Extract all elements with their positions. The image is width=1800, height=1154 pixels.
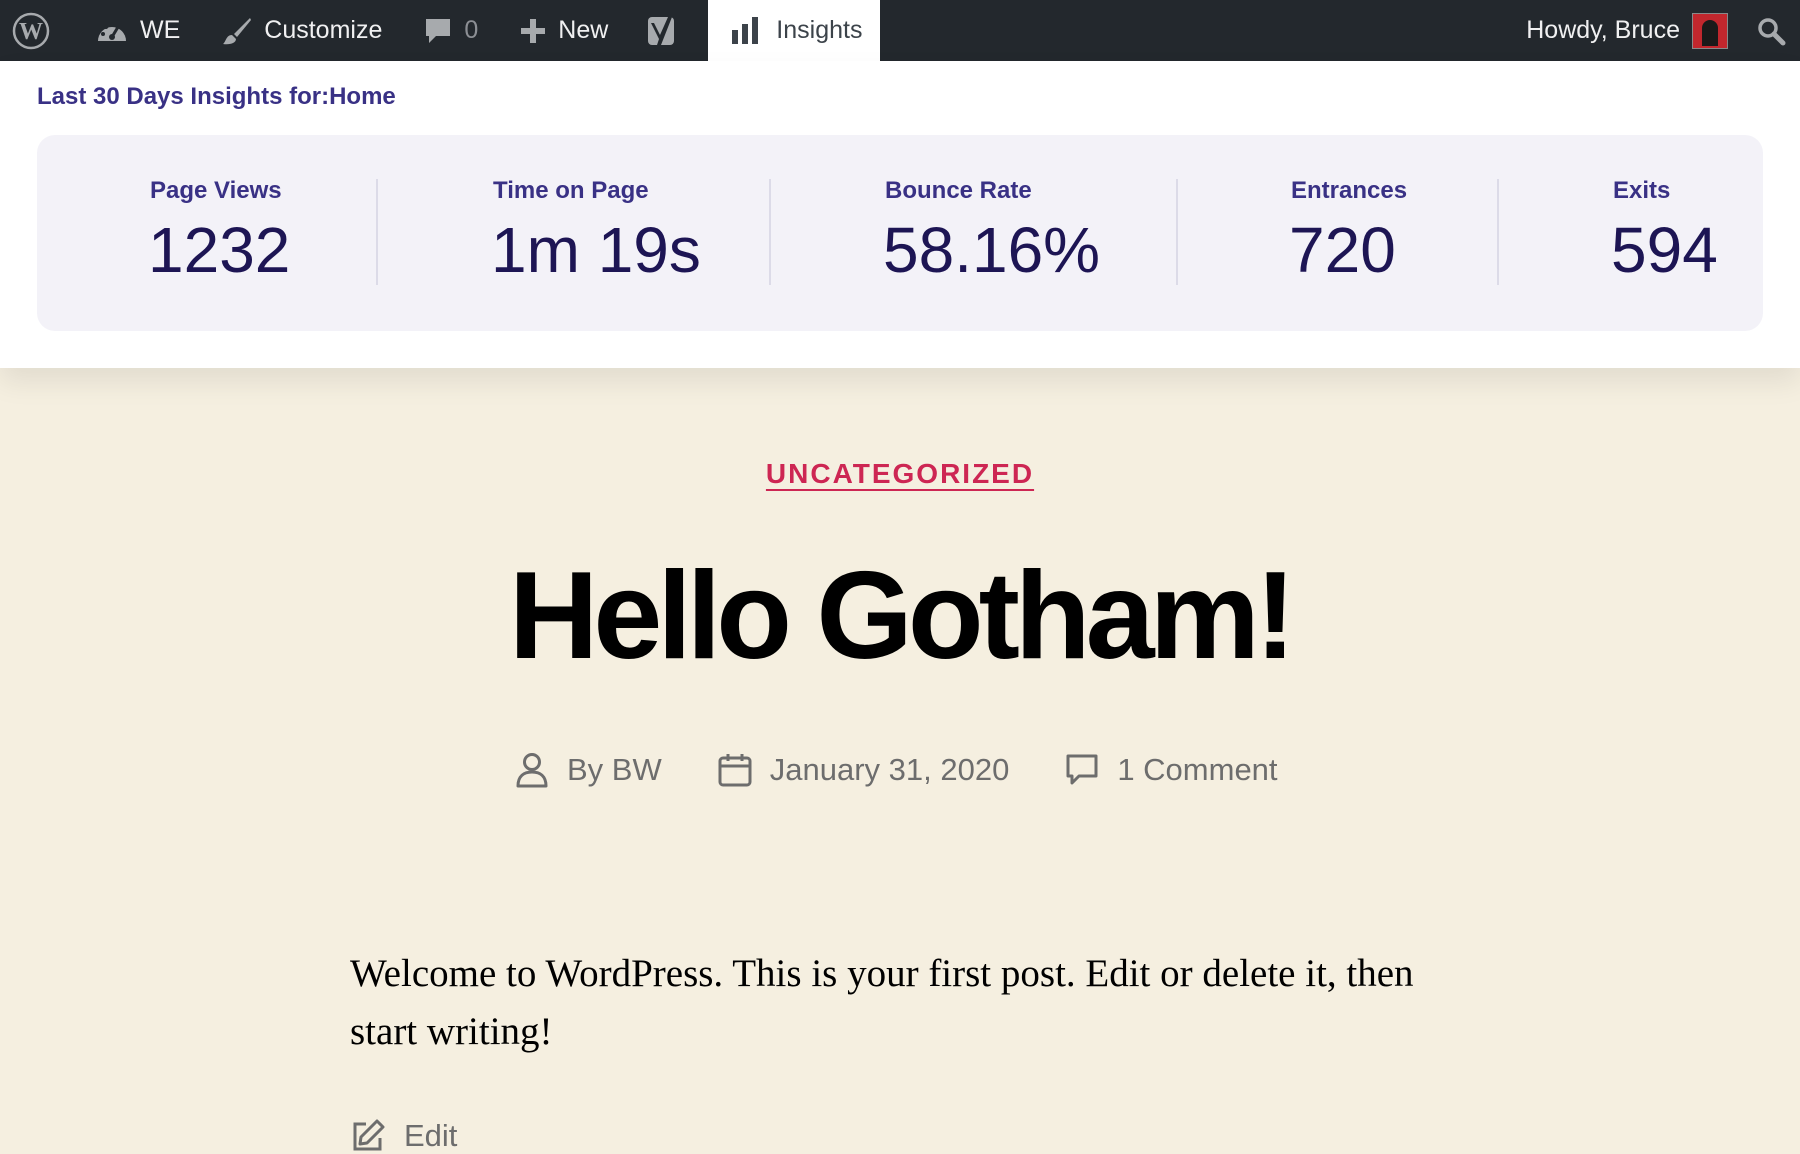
insights-panel: Last 30 Days Insights for:Home Page View… — [0, 61, 1800, 368]
search-button[interactable] — [1742, 0, 1800, 61]
dashboard-gauge-icon — [98, 21, 126, 41]
paintbrush-icon — [223, 17, 252, 44]
wordpress-logo-button[interactable]: W — [0, 0, 64, 61]
post-title: Hello Gotham! — [508, 547, 1296, 685]
edit-label: Edit — [404, 1118, 458, 1153]
comments-button[interactable]: 0 — [410, 0, 492, 61]
yoast-seo-button[interactable] — [632, 0, 694, 61]
customize-button[interactable]: Customize — [208, 0, 396, 61]
new-label: New — [558, 16, 609, 44]
user-icon — [516, 753, 548, 788]
post-author-label: By BW — [567, 752, 662, 787]
post-date-label: January 31, 2020 — [769, 752, 1010, 787]
post-date[interactable]: January 31, 2020 — [718, 752, 1010, 788]
new-content-button[interactable]: New — [506, 0, 622, 61]
calendar-icon — [718, 754, 752, 787]
category-link[interactable]: UNCATEGORIZED — [766, 458, 1034, 489]
post-category: UNCATEGORIZED — [0, 458, 1800, 490]
site-name-label: WE — [140, 16, 181, 44]
post-excerpt: Welcome to WordPress. This is your first… — [350, 952, 1414, 1053]
comments-count: 0 — [464, 16, 479, 44]
stat-label: Entrances — [1291, 177, 1408, 204]
post-comments-link[interactable]: 1 Comment — [1065, 752, 1278, 788]
stat-divider — [769, 179, 771, 285]
greeting-label: Howdy, Bruce — [1526, 16, 1680, 44]
admin-bar: W WE Customize 0 New Insights Howdy, Bru… — [0, 0, 1800, 61]
plus-icon — [521, 18, 546, 43]
insights-tab[interactable]: Insights — [708, 0, 881, 61]
stat-label: Page Views — [150, 177, 282, 204]
stat-value: 720 — [1289, 214, 1396, 286]
wordpress-icon: W — [12, 12, 50, 49]
search-icon — [1758, 17, 1786, 45]
stat-label: Bounce Rate — [885, 177, 1032, 204]
post-meta: By BW January 31, 2020 1 Comment — [515, 746, 1334, 794]
site-name-menu[interactable]: WE — [82, 0, 194, 61]
stat-value: 1m 19s — [491, 214, 701, 286]
stat-divider — [1497, 179, 1499, 285]
post-comments-label: 1 Comment — [1117, 752, 1278, 787]
admin-bar-right: Howdy, Bruce — [1512, 0, 1800, 61]
comment-icon — [1066, 754, 1098, 785]
stat-value: 1232 — [148, 214, 291, 286]
yoast-icon — [648, 16, 675, 45]
edit-post-link[interactable]: Edit — [350, 1118, 457, 1154]
stat-value: 594 — [1611, 214, 1718, 286]
bar-chart-icon — [732, 16, 759, 44]
svg-text:W: W — [19, 19, 43, 45]
insights-label: Insights — [776, 16, 863, 44]
comment-bubble-icon — [426, 18, 451, 43]
stat-divider — [376, 179, 378, 285]
stat-divider — [1176, 179, 1178, 285]
stat-label: Exits — [1613, 177, 1671, 204]
post-author[interactable]: By BW — [515, 752, 662, 788]
customize-label: Customize — [264, 16, 383, 44]
insights-heading: Last 30 Days Insights for:Home — [37, 83, 396, 110]
my-account-menu[interactable]: Howdy, Bruce — [1512, 0, 1742, 61]
stat-label: Time on Page — [493, 177, 649, 204]
edit-pencil-icon — [353, 1119, 385, 1151]
avatar — [1692, 12, 1728, 49]
insights-stats-card: Page Views 1232 Time on Page 1m 19s Boun… — [37, 135, 1763, 331]
stat-value: 58.16% — [883, 214, 1101, 286]
